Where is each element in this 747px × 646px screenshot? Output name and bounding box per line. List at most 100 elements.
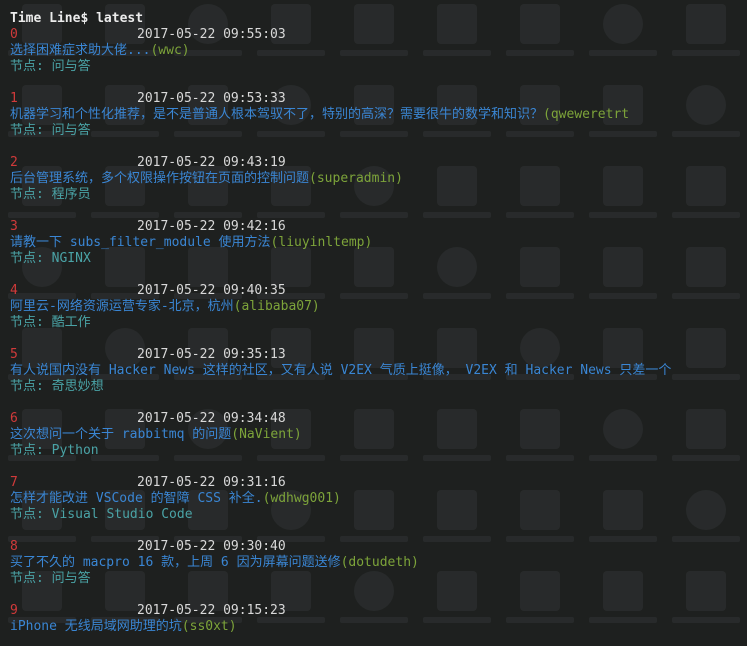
- entry-timestamp: 2017-05-22 09:53:33: [137, 91, 286, 106]
- entry-node-line: 节点: NGINX: [10, 251, 747, 267]
- entry-index: 6: [10, 411, 18, 426]
- entry-author[interactable]: (qweweretrt: [543, 107, 629, 122]
- topic-entry: 9 2017-05-22 09:15:23 iPhone 无线局域网助理的坑(ss0…: [10, 603, 747, 646]
- entry-header: 7 2017-05-22 09:31:16: [10, 475, 747, 491]
- entry-title-line[interactable]: 阿里云-网络资源运营专家-北京，杭州(alibaba07): [10, 299, 747, 315]
- entry-header: 1 2017-05-22 09:53:33: [10, 91, 747, 107]
- entry-node-line: 节点: 问与答: [10, 123, 747, 139]
- topic-entry: 7 2017-05-22 09:31:16 怎样才能改进 VSCode 的智障 CS…: [10, 475, 747, 539]
- entry-header: 8 2017-05-22 09:30:40: [10, 539, 747, 555]
- entry-node[interactable]: NGINX: [52, 251, 91, 266]
- entry-title[interactable]: 请教一下 subs_filter_module 使用方法: [10, 235, 271, 250]
- entry-author[interactable]: (NaVient): [231, 427, 301, 442]
- entry-title-line[interactable]: 机器学习和个性化推荐，是不是普通人根本驾驭不了，特别的高深？需要很牛的数学和知识…: [10, 107, 747, 123]
- topic-entry: 5 2017-05-22 09:35:13 有人说国内没有 Hacker News …: [10, 347, 747, 411]
- node-prefix: 节点:: [10, 315, 52, 330]
- entry-index: 2: [10, 155, 18, 170]
- entry-header: 6 2017-05-22 09:34:48: [10, 411, 747, 427]
- entry-title[interactable]: 怎样才能改进 VSCode 的智障 CSS 补全.: [10, 491, 263, 506]
- entry-node-line: 节点: 酷工作: [10, 315, 747, 331]
- entry-header: 3 2017-05-22 09:42:16: [10, 219, 747, 235]
- entry-index: 4: [10, 283, 18, 298]
- node-prefix: 节点:: [10, 571, 52, 586]
- entry-title[interactable]: 买了不久的 macpro 16 款，上周 6 因为屏幕问题送修: [10, 555, 341, 570]
- entry-node-line: 节点: 问与答: [10, 571, 747, 587]
- topic-entry: 0 2017-05-22 09:55:03 选择困难症求助大佬...(wwc) 节点:…: [10, 27, 747, 91]
- entry-timestamp: 2017-05-22 09:35:13: [137, 347, 286, 362]
- entry-header: 4 2017-05-22 09:40:35: [10, 283, 747, 299]
- entry-node[interactable]: 奇思妙想: [52, 379, 104, 394]
- entry-timestamp: 2017-05-22 09:55:03: [137, 27, 286, 42]
- entry-node[interactable]: 程序员: [52, 187, 91, 202]
- entry-node[interactable]: 问与答: [52, 571, 91, 586]
- node-prefix: 节点:: [10, 187, 52, 202]
- entry-index: 0: [10, 27, 18, 42]
- topic-entry: 4 2017-05-22 09:40:35 阿里云-网络资源运营专家-北京，杭州(a…: [10, 283, 747, 347]
- entry-author[interactable]: (superadmin): [309, 171, 403, 186]
- entry-node-line: 节点: 问与答: [10, 59, 747, 75]
- entry-index: 9: [10, 603, 18, 618]
- entry-node[interactable]: Visual Studio Code: [52, 507, 193, 522]
- entry-node-line: 节点: Visual Studio Code: [10, 507, 747, 523]
- node-prefix: 节点:: [10, 507, 52, 522]
- entry-author[interactable]: (liuyinltemp): [271, 235, 373, 250]
- entry-title[interactable]: 这次想问一个关于 rabbitmq 的问题: [10, 427, 231, 442]
- entry-timestamp: 2017-05-22 09:31:16: [137, 475, 286, 490]
- entry-timestamp: 2017-05-22 09:43:19: [137, 155, 286, 170]
- entry-title-line[interactable]: 请教一下 subs_filter_module 使用方法(liuyinltemp…: [10, 235, 747, 251]
- entry-title-line[interactable]: 选择困难症求助大佬...(wwc): [10, 43, 747, 59]
- entry-header: 9 2017-05-22 09:15:23: [10, 603, 747, 619]
- entry-node[interactable]: 酷工作: [52, 315, 91, 330]
- entry-header: 5 2017-05-22 09:35:13: [10, 347, 747, 363]
- entry-title-line[interactable]: 后台管理系统，多个权限操作按钮在页面的控制问题(superadmin): [10, 171, 747, 187]
- entry-header: 2 2017-05-22 09:43:19: [10, 155, 747, 171]
- entry-timestamp: 2017-05-22 09:40:35: [137, 283, 286, 298]
- entry-title[interactable]: 阿里云-网络资源运营专家-北京，杭州: [10, 299, 234, 314]
- entry-index: 7: [10, 475, 18, 490]
- terminal-window[interactable]: Time Line$ latest 0 2017-05-22 09:55:03 选择…: [0, 0, 747, 646]
- entry-node[interactable]: Python: [52, 443, 99, 458]
- entry-title[interactable]: 有人说国内没有 Hacker News 这样的社区，又有人说 V2EX 气质上挺…: [10, 363, 671, 378]
- node-prefix: 节点:: [10, 59, 52, 74]
- entry-index: 1: [10, 91, 18, 106]
- entry-timestamp: 2017-05-22 09:30:40: [137, 539, 286, 554]
- entry-author[interactable]: (wdhwg001): [263, 491, 341, 506]
- entry-author[interactable]: (ss0xt): [182, 619, 237, 634]
- entry-title-line[interactable]: 有人说国内没有 Hacker News 这样的社区，又有人说 V2EX 气质上挺…: [10, 363, 747, 379]
- entry-title[interactable]: 选择困难症求助大佬...: [10, 43, 150, 58]
- entry-author[interactable]: (dotudeth): [341, 555, 419, 570]
- entry-title-line[interactable]: 这次想问一个关于 rabbitmq 的问题(NaVient): [10, 427, 747, 443]
- entry-index: 3: [10, 219, 18, 234]
- entry-timestamp: 2017-05-22 09:34:48: [137, 411, 286, 426]
- entry-timestamp: 2017-05-22 09:15:23: [137, 603, 286, 618]
- entry-title-line[interactable]: 怎样才能改进 VSCode 的智障 CSS 补全.(wdhwg001): [10, 491, 747, 507]
- entry-index: 8: [10, 539, 18, 554]
- entry-timestamp: 2017-05-22 09:42:16: [137, 219, 286, 234]
- entry-node-line: 节点: 程序员: [10, 187, 747, 203]
- topic-entry: 6 2017-05-22 09:34:48 这次想问一个关于 rabbitmq 的问…: [10, 411, 747, 475]
- entry-node-line: 节点: Python: [10, 443, 747, 459]
- node-prefix: 节点:: [10, 123, 52, 138]
- node-prefix: 节点:: [10, 251, 52, 266]
- topic-entry: 1 2017-05-22 09:53:33 机器学习和个性化推荐，是不是普通人根本驾…: [10, 91, 747, 155]
- terminal-output: Time Line$ latest 0 2017-05-22 09:55:03 选择…: [10, 11, 747, 646]
- entry-title[interactable]: 后台管理系统，多个权限操作按钮在页面的控制问题: [10, 171, 309, 186]
- topic-entry: 8 2017-05-22 09:30:40 买了不久的 macpro 16 款，上周…: [10, 539, 747, 603]
- entry-title-line[interactable]: iPhone 无线局域网助理的坑(ss0xt): [10, 619, 747, 635]
- topic-list: 0 2017-05-22 09:55:03 选择困难症求助大佬...(wwc) 节点:…: [10, 27, 747, 646]
- entry-title-line[interactable]: 买了不久的 macpro 16 款，上周 6 因为屏幕问题送修(dotudeth…: [10, 555, 747, 571]
- entry-node-line: 节点: 奇思妙想: [10, 379, 747, 395]
- entry-header: 0 2017-05-22 09:55:03: [10, 27, 747, 43]
- topic-entry: 3 2017-05-22 09:42:16 请教一下 subs_filter_mod…: [10, 219, 747, 283]
- node-prefix: 节点:: [10, 379, 52, 394]
- topic-entry: 2 2017-05-22 09:43:19 后台管理系统，多个权限操作按钮在页面的控…: [10, 155, 747, 219]
- entry-node[interactable]: 问与答: [52, 123, 91, 138]
- entry-author[interactable]: (alibaba07): [234, 299, 320, 314]
- node-prefix: 节点:: [10, 443, 52, 458]
- entry-title[interactable]: 机器学习和个性化推荐，是不是普通人根本驾驭不了，特别的高深？需要很牛的数学和知识…: [10, 107, 543, 122]
- entry-node[interactable]: 问与答: [52, 59, 91, 74]
- command-prompt: Time Line$ latest: [10, 11, 144, 26]
- entry-title[interactable]: iPhone 无线局域网助理的坑: [10, 619, 182, 634]
- entry-author[interactable]: (wwc): [150, 43, 189, 58]
- entry-index: 5: [10, 347, 18, 362]
